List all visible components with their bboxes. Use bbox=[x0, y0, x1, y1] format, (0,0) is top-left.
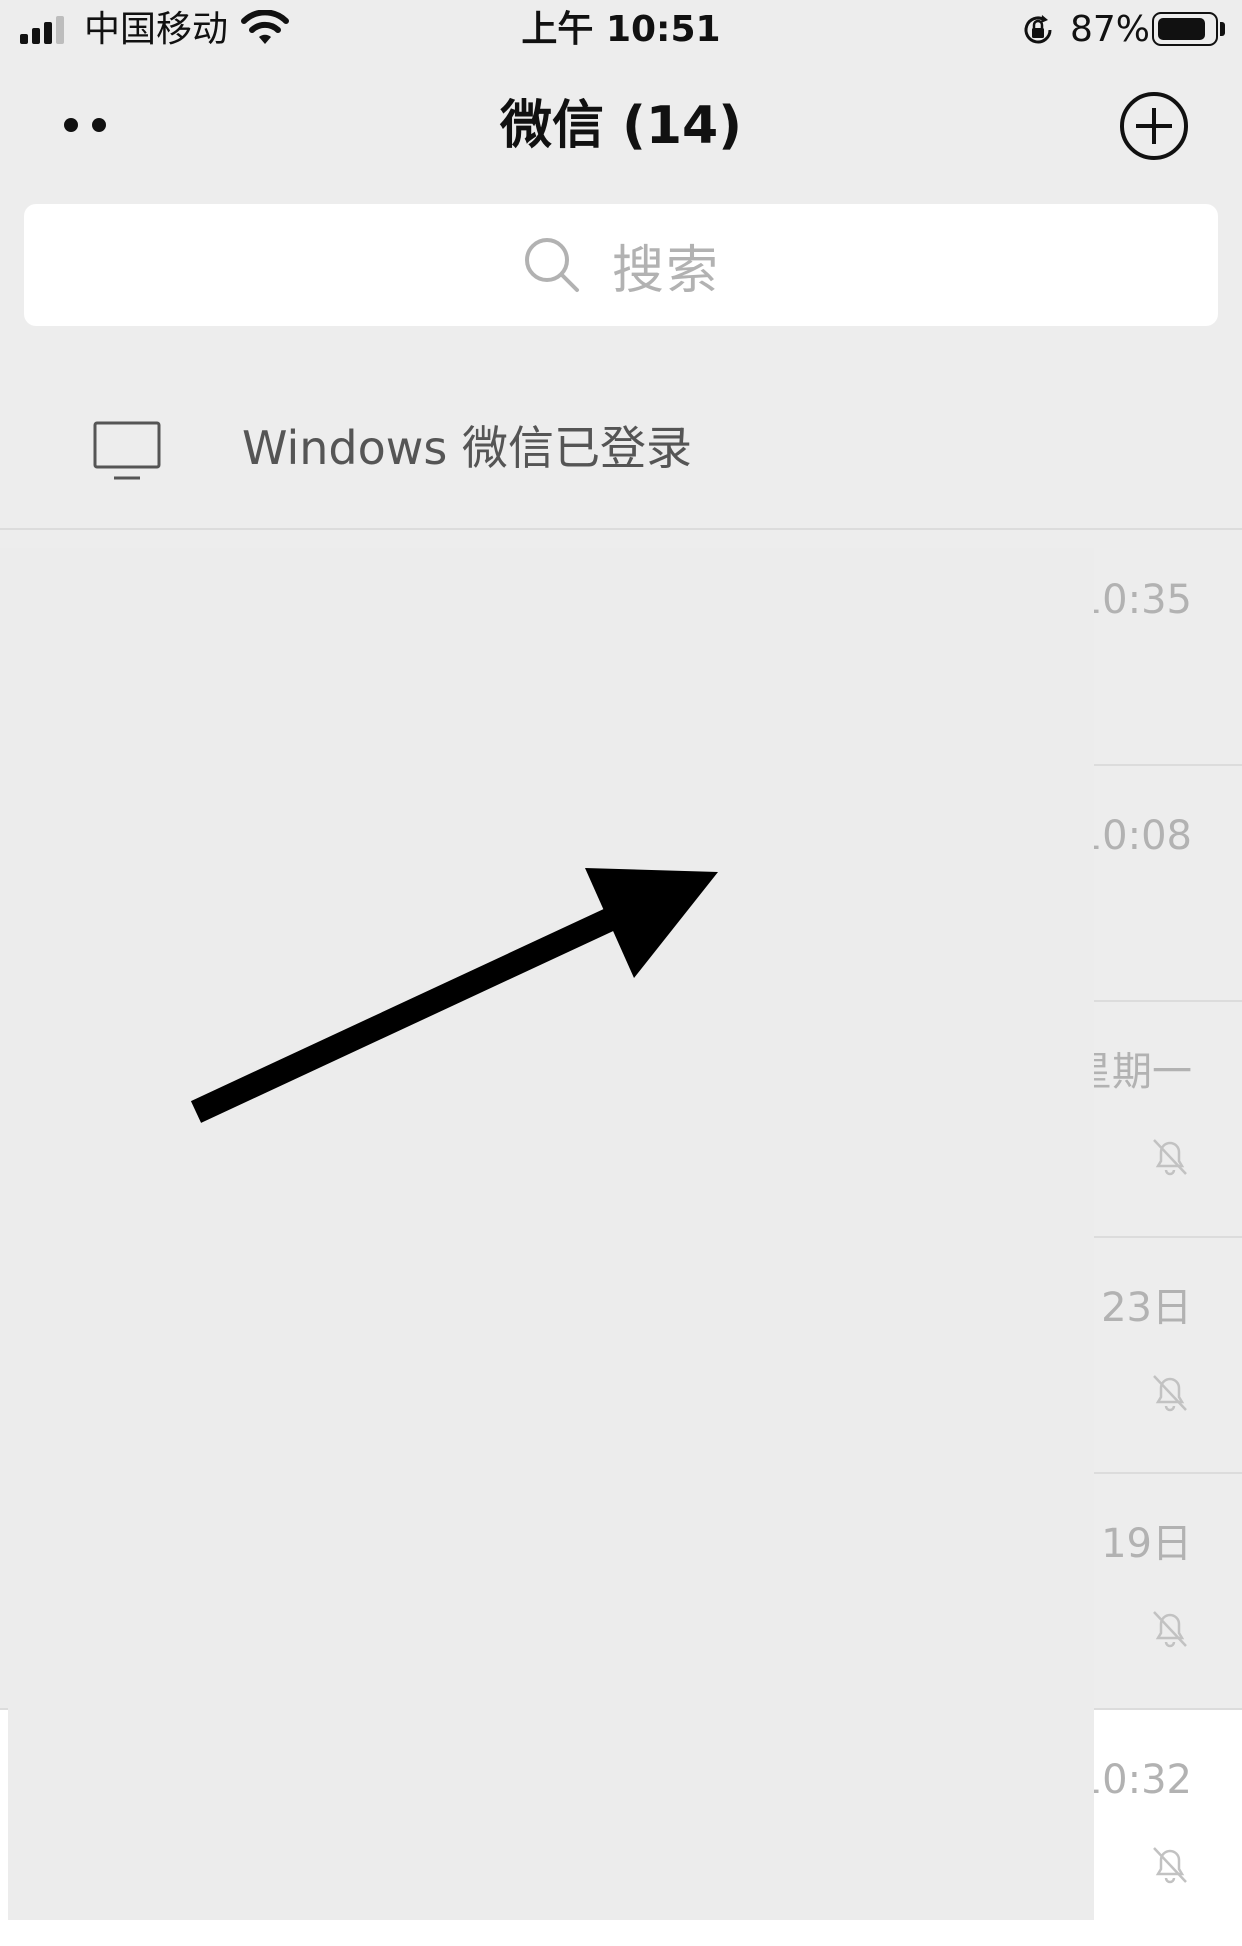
chat-time: 10:35 bbox=[1076, 577, 1192, 623]
chat-time: 23日 bbox=[1101, 1285, 1192, 1331]
mute-bell-icon bbox=[1153, 1139, 1187, 1176]
add-circle-icon[interactable] bbox=[1118, 90, 1190, 162]
overlay-edge bbox=[0, 548, 8, 1708]
chat-time: 19日 bbox=[1101, 1521, 1192, 1567]
chat-time: 10:08 bbox=[1076, 813, 1192, 859]
search-bar[interactable]: 搜索 bbox=[24, 204, 1218, 326]
device-login-text: Windows 微信已登录 bbox=[242, 421, 692, 475]
search-input[interactable]: 搜索 bbox=[24, 204, 1218, 326]
chat-time: 10:32 bbox=[1076, 1757, 1192, 1803]
mute-bell-icon bbox=[1153, 1375, 1187, 1412]
battery-percent: 87% bbox=[1070, 9, 1151, 50]
page-title: 微信 (14) bbox=[500, 96, 742, 156]
redaction-overlay bbox=[8, 548, 1094, 1920]
battery-fill bbox=[1158, 18, 1205, 40]
mute-bell-icon bbox=[1153, 1611, 1187, 1648]
battery-tip bbox=[1220, 22, 1225, 36]
status-bar: 中国移动 上午 10:51 87% bbox=[0, 0, 1242, 62]
search-icon bbox=[524, 238, 579, 292]
search-placeholder: 搜索 bbox=[611, 240, 720, 301]
device-login-notice[interactable]: Windows 微信已登录 bbox=[0, 370, 1242, 530]
mute-bell-icon bbox=[1153, 1847, 1187, 1884]
rotation-lock-icon bbox=[1024, 15, 1052, 44]
battery-icon bbox=[1152, 12, 1218, 46]
nav-bar: 微信 (14) bbox=[0, 62, 1242, 190]
monitor-icon bbox=[93, 421, 161, 480]
arrow-icon bbox=[190, 868, 718, 1123]
